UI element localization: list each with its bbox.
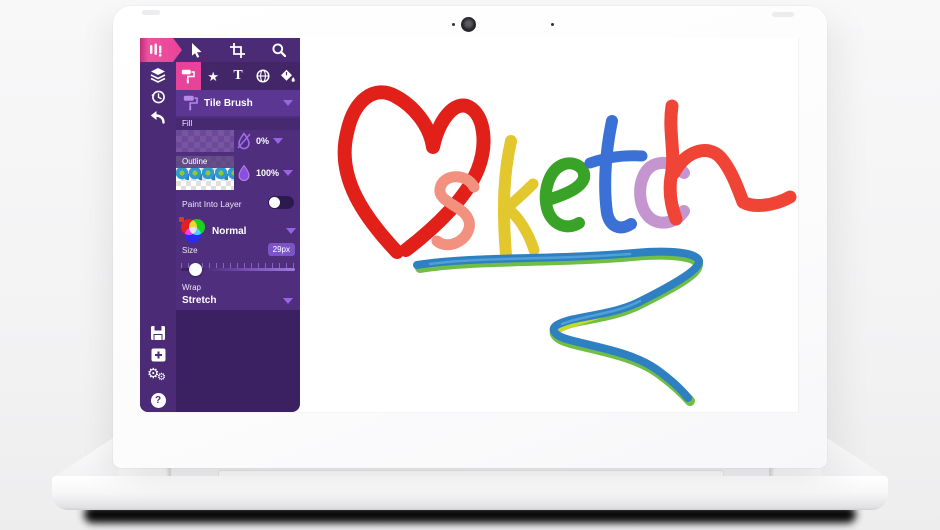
settings-button[interactable]: ⚙⚙ [140,366,176,388]
paint-roller-icon [181,69,195,84]
tab-star[interactable]: ★ [201,62,226,90]
laptop-screen: ⚙⚙ ? [140,38,799,413]
chevron-down-icon [283,298,293,304]
mic-dot-right [551,23,554,26]
tile-brush-icon [183,95,198,111]
outline-droplet-filled-icon [236,164,252,182]
crop-icon [230,43,245,58]
sidebar: ⚙⚙ ? [140,38,300,412]
blend-mode-value: Normal [212,226,286,237]
tab-fill-bucket[interactable] [275,62,300,90]
help-button[interactable]: ? [140,389,176,411]
fill-droplet-empty-icon [236,132,252,150]
fill-opacity-control[interactable]: 0% [236,130,283,152]
text-tool-icon: T [233,69,242,83]
crop-tool-button[interactable] [217,38,258,62]
laptop-mockup: ⚙⚙ ? [0,0,940,530]
blend-mode-dropdown[interactable]: Normal [180,218,296,244]
fill-bucket-icon [280,69,295,83]
tools-menu-button[interactable] [140,38,182,62]
chevron-down-icon [286,228,296,234]
laptop-base [52,476,888,510]
tab-paint-roller[interactable] [176,62,201,90]
sidebar-rail: ⚙⚙ ? [140,38,176,412]
search-icon [272,43,286,57]
fill-swatch[interactable] [176,130,234,152]
layers-icon [150,68,166,83]
wrap-value-dropdown[interactable]: Stretch [182,295,216,306]
search-tool-button[interactable] [259,38,300,62]
undo-button[interactable] [140,106,176,128]
mic-dot-left [452,23,455,26]
new-document-icon [151,348,166,362]
outline-opacity-value: 100% [256,168,279,178]
tab-text[interactable]: T [226,62,251,90]
outline-opacity-control[interactable]: 100% [236,162,293,184]
webcam [461,17,476,32]
fill-section-label: Fill [176,118,300,130]
lid-vent-left [142,10,160,15]
size-value-badge: 29px [268,243,295,256]
brush-tools-icon [149,43,164,57]
toggle-knob [269,197,280,208]
tile-pattern-preview [176,168,234,183]
settings-gears-icon: ⚙⚙ [148,368,168,386]
brush-select-dropdown[interactable]: Tile Brush [176,90,300,116]
tab-sticker[interactable] [250,62,275,90]
size-label: Size [182,246,198,255]
select-tool-button[interactable] [176,38,217,62]
size-slider[interactable] [181,262,295,276]
outline-section-label: Outline [176,156,234,168]
chevron-down-icon [273,138,283,144]
lid-vent-right [772,12,794,17]
history-icon [150,89,166,105]
help-icon: ? [151,393,166,408]
chevron-down-icon [283,170,293,176]
undo-icon [150,110,166,125]
paint-into-layer-toggle[interactable] [268,196,294,209]
color-wheel-icon [180,218,206,244]
sticker-ball-icon [256,69,270,83]
brush-options-panel: Tile Brush Fill 0% Outline [176,90,300,310]
star-icon: ★ [207,70,219,83]
layers-button[interactable] [140,64,176,86]
outline-swatch[interactable]: Outline [176,156,234,190]
select-cursor-icon [190,43,203,58]
save-icon [151,326,165,340]
chevron-down-icon [283,100,293,106]
slider-knob[interactable] [189,263,202,276]
brush-name-label: Tile Brush [204,98,283,109]
top-tool-row [176,38,300,62]
new-document-button[interactable] [140,344,176,366]
save-button[interactable] [140,322,176,344]
fill-opacity-value: 0% [256,136,269,146]
history-button[interactable] [140,86,176,108]
tool-tabs-row: ★ T [176,62,300,90]
wrap-label: Wrap [182,283,201,292]
paint-into-layer-label: Paint Into Layer [182,199,242,209]
